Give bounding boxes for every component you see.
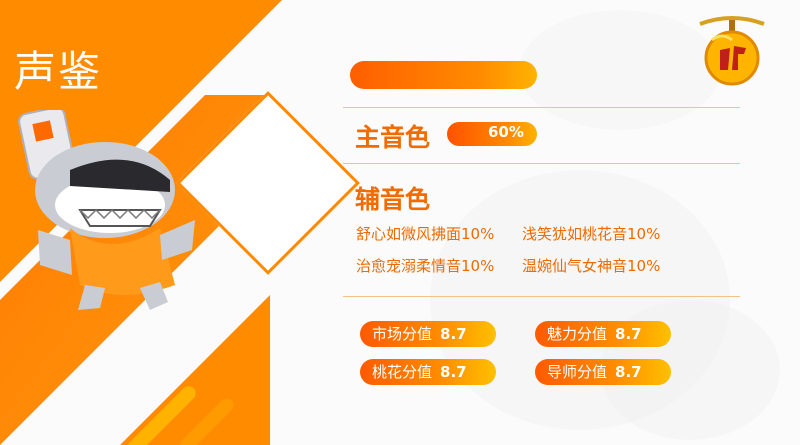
score-label: 市场分值 bbox=[372, 325, 433, 343]
score-label: 导师分值 bbox=[547, 363, 608, 381]
score-charm: 魅力分值 8.7 bbox=[535, 321, 671, 347]
secondary-timbre-item: 治愈宠溺柔情音10% bbox=[356, 257, 495, 275]
score-value: 8.7 bbox=[440, 363, 467, 381]
header-pill bbox=[350, 61, 537, 89]
divider bbox=[343, 163, 740, 164]
divider bbox=[343, 107, 740, 108]
voice-appraisal-card: 声鉴 主音色 60% 辅音色 舒心如微风拂面10% 浅笑犹如桃花音10% 治愈宠… bbox=[0, 0, 800, 445]
score-market: 市场分值 8.7 bbox=[360, 321, 496, 347]
score-romance: 桃花分值 8.7 bbox=[360, 359, 496, 385]
score-value: 8.7 bbox=[440, 325, 467, 343]
score-label: 魅力分值 bbox=[547, 325, 608, 343]
main-timbre-percent: 60% bbox=[488, 123, 524, 141]
main-timbre-label: 主音色 bbox=[355, 123, 431, 152]
secondary-timbre-item: 温婉仙气女神音10% bbox=[522, 257, 661, 275]
score-value: 8.7 bbox=[615, 363, 642, 381]
score-value: 8.7 bbox=[615, 325, 642, 343]
score-mentor: 导师分值 8.7 bbox=[535, 359, 671, 385]
secondary-timbre-item: 舒心如微风拂面10% bbox=[356, 225, 495, 243]
divider bbox=[343, 296, 740, 297]
secondary-timbre-item: 浅笑犹如桃花音10% bbox=[522, 225, 661, 243]
secondary-timbre-label: 辅音色 bbox=[355, 185, 431, 214]
shark-mascot-icon bbox=[18, 110, 195, 310]
propeller-ball-logo-icon bbox=[699, 16, 765, 86]
score-label: 桃花分值 bbox=[372, 363, 433, 381]
page-title: 声鉴 bbox=[14, 47, 103, 96]
